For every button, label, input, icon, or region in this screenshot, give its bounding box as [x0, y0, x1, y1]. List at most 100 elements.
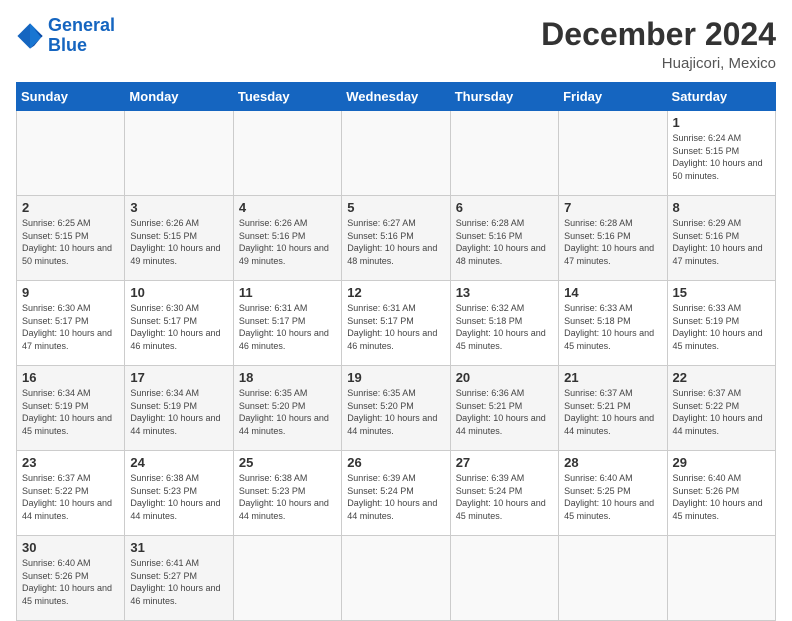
- calendar-row: 23 Sunrise: 6:37 AMSunset: 5:22 PMDayligh…: [17, 451, 776, 536]
- calendar-cell: 7Sunrise: 6:28 AMSunset: 5:16 PMDaylight…: [559, 196, 667, 281]
- day-number: 9: [22, 285, 119, 300]
- day-number: 12: [347, 285, 444, 300]
- day-number: 13: [456, 285, 553, 300]
- day-info: Sunrise: 6:31 AMSunset: 5:17 PMDaylight:…: [347, 302, 444, 352]
- calendar-cell: 10 Sunrise: 6:30 AMSunset: 5:17 PMDayligh…: [125, 281, 233, 366]
- day-info: Sunrise: 6:27 AMSunset: 5:16 PMDaylight:…: [347, 217, 444, 267]
- day-info: Sunrise: 6:38 AMSunset: 5:23 PMDaylight:…: [239, 472, 336, 522]
- day-info: Sunrise: 6:28 AMSunset: 5:16 PMDaylight:…: [456, 217, 553, 267]
- calendar-row: 16Sunrise: 6:34 AMSunset: 5:19 PMDayligh…: [17, 366, 776, 451]
- logo-icon: [16, 22, 44, 50]
- day-number: 3: [130, 200, 227, 215]
- day-number: 4: [239, 200, 336, 215]
- calendar-table: Sunday Monday Tuesday Wednesday Thursday…: [16, 82, 776, 621]
- calendar-cell: 2 Sunrise: 6:25 AMSunset: 5:15 PMDaylight…: [17, 196, 125, 281]
- day-info: Sunrise: 6:37 AMSunset: 5:22 PMDaylight:…: [22, 472, 119, 522]
- calendar-cell: 26 Sunrise: 6:39 AMSunset: 5:24 PMDayligh…: [342, 451, 450, 536]
- logo-line2: Blue: [48, 35, 87, 55]
- day-info: Sunrise: 6:26 AMSunset: 5:16 PMDaylight:…: [239, 217, 336, 267]
- header: General Blue December 2024 Huajicori, Me…: [16, 16, 776, 72]
- title-block: December 2024 Huajicori, Mexico: [541, 16, 776, 72]
- col-tuesday: Tuesday: [233, 83, 341, 111]
- calendar-header-row: Sunday Monday Tuesday Wednesday Thursday…: [17, 83, 776, 111]
- day-number: 2: [22, 200, 119, 215]
- calendar-cell: [667, 536, 775, 621]
- day-number: 20: [456, 370, 553, 385]
- calendar-cell: 25 Sunrise: 6:38 AMSunset: 5:23 PMDayligh…: [233, 451, 341, 536]
- calendar-row: 9 Sunrise: 6:30 AMSunset: 5:17 PMDaylight…: [17, 281, 776, 366]
- day-number: 29: [673, 455, 770, 470]
- calendar-cell: 17Sunrise: 6:34 AMSunset: 5:19 PMDayligh…: [125, 366, 233, 451]
- day-number: 30: [22, 540, 119, 555]
- day-number: 19: [347, 370, 444, 385]
- logo: General Blue: [16, 16, 115, 56]
- calendar-cell: [17, 111, 125, 196]
- calendar-cell: 27 Sunrise: 6:39 AMSunset: 5:24 PMDayligh…: [450, 451, 558, 536]
- day-number: 14: [564, 285, 661, 300]
- day-info: Sunrise: 6:35 AMSunset: 5:20 PMDaylight:…: [347, 387, 444, 437]
- calendar-cell: [450, 536, 558, 621]
- col-friday: Friday: [559, 83, 667, 111]
- calendar-cell: 12 Sunrise: 6:31 AMSunset: 5:17 PMDayligh…: [342, 281, 450, 366]
- day-info: Sunrise: 6:36 AMSunset: 5:21 PMDaylight:…: [456, 387, 553, 437]
- day-number: 7: [564, 200, 661, 215]
- calendar-cell: 5Sunrise: 6:27 AMSunset: 5:16 PMDaylight…: [342, 196, 450, 281]
- calendar-cell: 8Sunrise: 6:29 AMSunset: 5:16 PMDaylight…: [667, 196, 775, 281]
- calendar-cell: 18 Sunrise: 6:35 AMSunset: 5:20 PMDayligh…: [233, 366, 341, 451]
- calendar-cell: 15 Sunrise: 6:33 AMSunset: 5:19 PMDayligh…: [667, 281, 775, 366]
- col-sunday: Sunday: [17, 83, 125, 111]
- day-info: Sunrise: 6:38 AMSunset: 5:23 PMDaylight:…: [130, 472, 227, 522]
- calendar-cell: 11Sunrise: 6:31 AMSunset: 5:17 PMDayligh…: [233, 281, 341, 366]
- day-info: Sunrise: 6:40 AMSunset: 5:26 PMDaylight:…: [22, 557, 119, 607]
- calendar-cell: [125, 111, 233, 196]
- col-saturday: Saturday: [667, 83, 775, 111]
- day-number: 31: [130, 540, 227, 555]
- day-number: 18: [239, 370, 336, 385]
- calendar-cell: 14 Sunrise: 6:33 AMSunset: 5:18 PMDayligh…: [559, 281, 667, 366]
- calendar-cell: 3 Sunrise: 6:26 AMSunset: 5:15 PMDaylight…: [125, 196, 233, 281]
- day-info: Sunrise: 6:40 AMSunset: 5:25 PMDaylight:…: [564, 472, 661, 522]
- day-number: 23: [22, 455, 119, 470]
- calendar-cell: 29Sunrise: 6:40 AMSunset: 5:26 PMDayligh…: [667, 451, 775, 536]
- month-year: December 2024: [541, 16, 776, 53]
- day-info: Sunrise: 6:39 AMSunset: 5:24 PMDaylight:…: [347, 472, 444, 522]
- day-number: 24: [130, 455, 227, 470]
- calendar-cell: [559, 536, 667, 621]
- calendar-cell: 6Sunrise: 6:28 AMSunset: 5:16 PMDaylight…: [450, 196, 558, 281]
- day-info: Sunrise: 6:39 AMSunset: 5:24 PMDaylight:…: [456, 472, 553, 522]
- day-info: Sunrise: 6:32 AMSunset: 5:18 PMDaylight:…: [456, 302, 553, 352]
- calendar-cell: 28Sunrise: 6:40 AMSunset: 5:25 PMDayligh…: [559, 451, 667, 536]
- day-info: Sunrise: 6:29 AMSunset: 5:16 PMDaylight:…: [673, 217, 770, 267]
- day-number: 21: [564, 370, 661, 385]
- day-info: Sunrise: 6:35 AMSunset: 5:20 PMDaylight:…: [239, 387, 336, 437]
- day-number: 25: [239, 455, 336, 470]
- calendar-row: 1Sunrise: 6:24 AMSunset: 5:15 PMDaylight…: [17, 111, 776, 196]
- calendar-row: 30 Sunrise: 6:40 AMSunset: 5:26 PMDayligh…: [17, 536, 776, 621]
- day-info: Sunrise: 6:31 AMSunset: 5:17 PMDaylight:…: [239, 302, 336, 352]
- day-info: Sunrise: 6:30 AMSunset: 5:17 PMDaylight:…: [130, 302, 227, 352]
- calendar-cell: 9Sunrise: 6:30 AMSunset: 5:17 PMDaylight…: [17, 281, 125, 366]
- calendar-cell: [233, 536, 341, 621]
- day-number: 15: [673, 285, 770, 300]
- day-info: Sunrise: 6:33 AMSunset: 5:18 PMDaylight:…: [564, 302, 661, 352]
- logo-text: General Blue: [48, 16, 115, 56]
- day-number: 17: [130, 370, 227, 385]
- day-info: Sunrise: 6:33 AMSunset: 5:19 PMDaylight:…: [673, 302, 770, 352]
- day-number: 10: [130, 285, 227, 300]
- calendar-cell: 13 Sunrise: 6:32 AMSunset: 5:18 PMDayligh…: [450, 281, 558, 366]
- calendar-cell: [450, 111, 558, 196]
- calendar-cell: 24 Sunrise: 6:38 AMSunset: 5:23 PMDayligh…: [125, 451, 233, 536]
- day-number: 22: [673, 370, 770, 385]
- calendar-cell: 4 Sunrise: 6:26 AMSunset: 5:16 PMDaylight…: [233, 196, 341, 281]
- day-number: 26: [347, 455, 444, 470]
- logo-line1: General: [48, 15, 115, 35]
- calendar-cell: [342, 111, 450, 196]
- day-info: Sunrise: 6:26 AMSunset: 5:15 PMDaylight:…: [130, 217, 227, 267]
- day-info: Sunrise: 6:41 AMSunset: 5:27 PMDaylight:…: [130, 557, 227, 607]
- day-number: 27: [456, 455, 553, 470]
- calendar-cell: 21Sunrise: 6:37 AMSunset: 5:21 PMDayligh…: [559, 366, 667, 451]
- day-info: Sunrise: 6:25 AMSunset: 5:15 PMDaylight:…: [22, 217, 119, 267]
- calendar-cell: 20 Sunrise: 6:36 AMSunset: 5:21 PMDayligh…: [450, 366, 558, 451]
- day-number: 16: [22, 370, 119, 385]
- day-info: Sunrise: 6:37 AMSunset: 5:22 PMDaylight:…: [673, 387, 770, 437]
